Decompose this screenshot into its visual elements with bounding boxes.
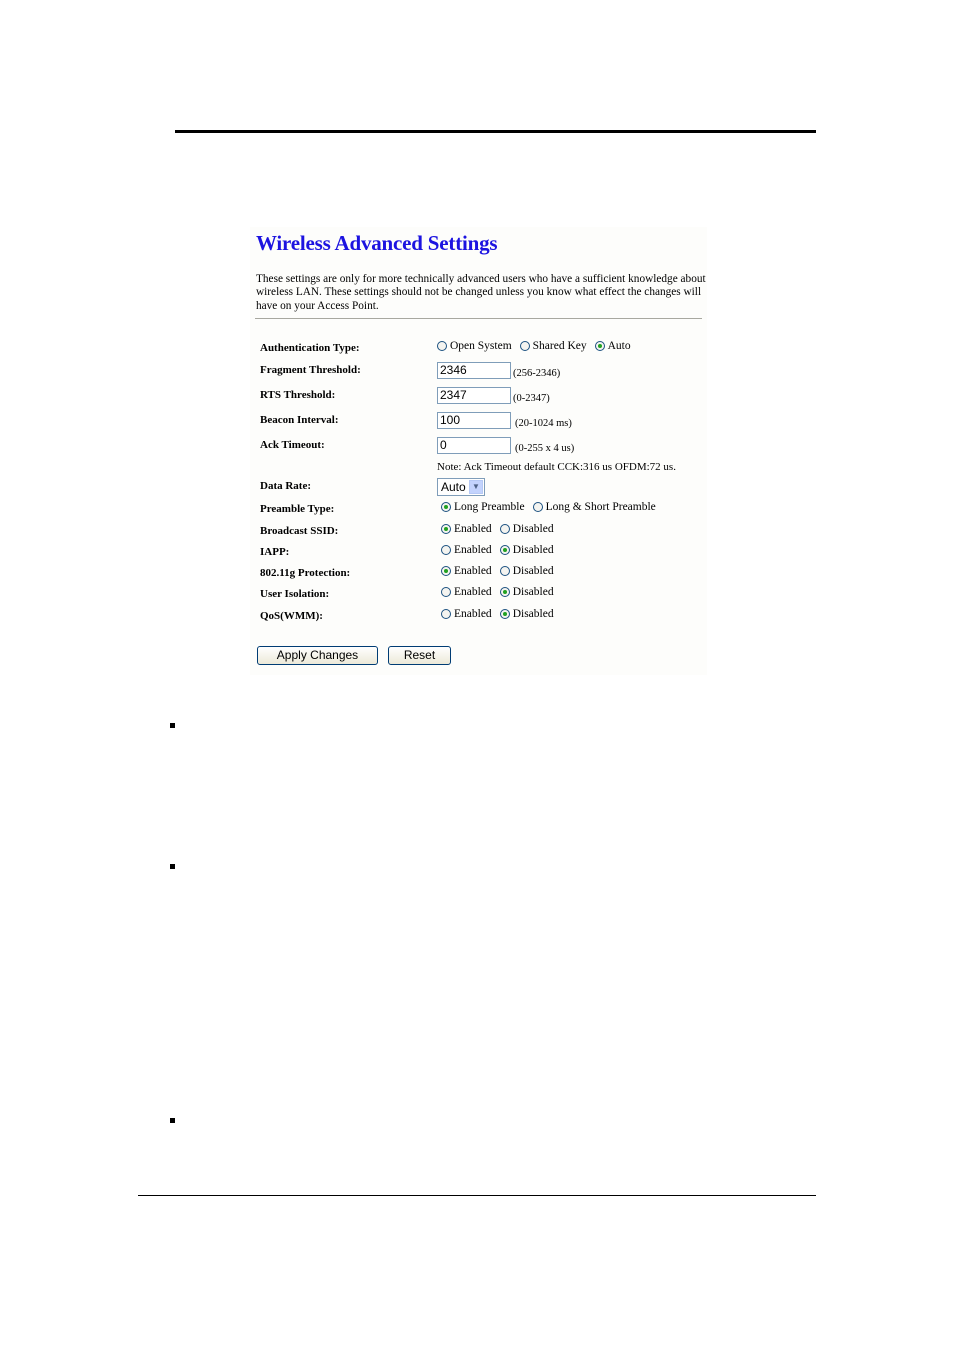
bullet-icon xyxy=(170,864,175,869)
broadcast-ssid-label: Broadcast SSID: xyxy=(260,525,339,537)
bullet-icon xyxy=(170,1118,175,1123)
radio-selected-icon xyxy=(441,502,451,512)
iapp-enabled-radio[interactable]: Enabled xyxy=(441,544,492,556)
isolation-disabled-radio[interactable]: Disabled xyxy=(499,586,554,598)
iapp-label: IAPP: xyxy=(260,546,290,558)
radio-selected-icon xyxy=(441,524,451,534)
preamble-type-row: Preamble Type: Long Preamble Long & Shor… xyxy=(260,501,700,521)
radio-selected-icon xyxy=(499,587,510,597)
preamble-long-short-radio[interactable]: Long & Short Preamble xyxy=(532,501,656,513)
radio-icon xyxy=(441,545,451,555)
rts-threshold-label: RTS Threshold: xyxy=(260,389,336,401)
radio-icon xyxy=(441,587,451,597)
radio-selected-icon xyxy=(441,566,451,576)
beacon-interval-input[interactable]: 100 xyxy=(437,412,511,429)
auth-auto-radio[interactable]: Auto xyxy=(594,340,631,352)
intro-text: These settings are only for more technic… xyxy=(256,273,706,312)
broadcast-ssid-enabled-radio[interactable]: Enabled xyxy=(441,523,492,535)
beacon-interval-label: Beacon Interval: xyxy=(260,414,339,426)
fragment-threshold-row: Fragment Threshold: 2346 (256-2346) xyxy=(260,362,700,382)
ack-timeout-input[interactable]: 0 xyxy=(437,437,511,454)
radio-icon xyxy=(499,524,510,534)
user-isolation-label: User Isolation: xyxy=(260,588,330,600)
beacon-interval-row: Beacon Interval: 100 (20-1024 ms) xyxy=(260,412,700,432)
rts-threshold-row: RTS Threshold: 2347 (0-2347) xyxy=(260,387,700,407)
page-title: Wireless Advanced Settings xyxy=(256,231,498,255)
fragment-threshold-hint: (256-2346) xyxy=(513,368,561,379)
data-rate-row: Data Rate: Auto ▼ xyxy=(260,478,700,498)
wireless-advanced-settings-panel: Wireless Advanced Settings These setting… xyxy=(250,227,707,675)
broadcast-ssid-row: Broadcast SSID: Enabled Disabled xyxy=(260,523,700,543)
ack-timeout-label: Ack Timeout: xyxy=(260,439,325,451)
header-rule xyxy=(175,130,816,133)
radio-icon xyxy=(532,502,543,512)
isolation-enabled-radio[interactable]: Enabled xyxy=(441,586,492,598)
rts-threshold-input[interactable]: 2347 xyxy=(437,387,511,404)
footer-rule xyxy=(138,1195,816,1196)
qos-row: QoS(WMM): Enabled Disabled xyxy=(260,608,700,628)
auth-open-system-radio[interactable]: Open System xyxy=(437,340,512,352)
radio-icon xyxy=(499,566,510,576)
auth-type-label: Authentication Type: xyxy=(260,342,360,354)
fragment-threshold-label: Fragment Threshold: xyxy=(260,364,361,376)
iapp-disabled-radio[interactable]: Disabled xyxy=(499,544,554,556)
ack-timeout-row: Ack Timeout: 0 (0-255 x 4 us) xyxy=(260,437,700,457)
radio-icon xyxy=(519,341,530,351)
auth-type-row: Authentication Type: Open System Shared … xyxy=(260,340,700,360)
radio-selected-icon xyxy=(499,609,510,619)
preamble-long-radio[interactable]: Long Preamble xyxy=(441,501,525,513)
protection-row: 802.11g Protection: Enabled Disabled xyxy=(260,565,700,585)
iapp-row: IAPP: Enabled Disabled xyxy=(260,544,700,564)
qos-label: QoS(WMM): xyxy=(260,610,323,622)
qos-disabled-radio[interactable]: Disabled xyxy=(499,608,554,620)
fragment-threshold-input[interactable]: 2346 xyxy=(437,362,511,379)
auth-shared-key-radio[interactable]: Shared Key xyxy=(519,340,587,352)
rts-threshold-hint: (0-2347) xyxy=(513,393,550,404)
user-isolation-row: User Isolation: Enabled Disabled xyxy=(260,586,700,606)
ack-timeout-hint: (0-255 x 4 us) xyxy=(515,443,575,454)
data-rate-select[interactable]: Auto ▼ xyxy=(437,478,485,496)
radio-selected-icon xyxy=(499,545,510,555)
bullet-icon xyxy=(170,723,175,728)
divider xyxy=(255,318,702,319)
beacon-interval-hint: (20-1024 ms) xyxy=(515,418,572,429)
ack-timeout-note: Note: Ack Timeout default CCK:316 us OFD… xyxy=(437,461,676,473)
protection-enabled-radio[interactable]: Enabled xyxy=(441,565,492,577)
protection-disabled-radio[interactable]: Disabled xyxy=(499,565,554,577)
broadcast-ssid-disabled-radio[interactable]: Disabled xyxy=(499,523,554,535)
radio-selected-icon xyxy=(594,341,605,351)
data-rate-label: Data Rate: xyxy=(260,480,312,492)
protection-label: 802.11g Protection: xyxy=(260,567,351,579)
apply-changes-button[interactable]: Apply Changes xyxy=(257,646,378,665)
radio-icon xyxy=(441,609,451,619)
reset-button[interactable]: Reset xyxy=(388,646,451,665)
qos-enabled-radio[interactable]: Enabled xyxy=(441,608,492,620)
chevron-down-icon[interactable]: ▼ xyxy=(469,480,483,494)
preamble-type-label: Preamble Type: xyxy=(260,503,335,515)
radio-icon xyxy=(437,341,447,351)
